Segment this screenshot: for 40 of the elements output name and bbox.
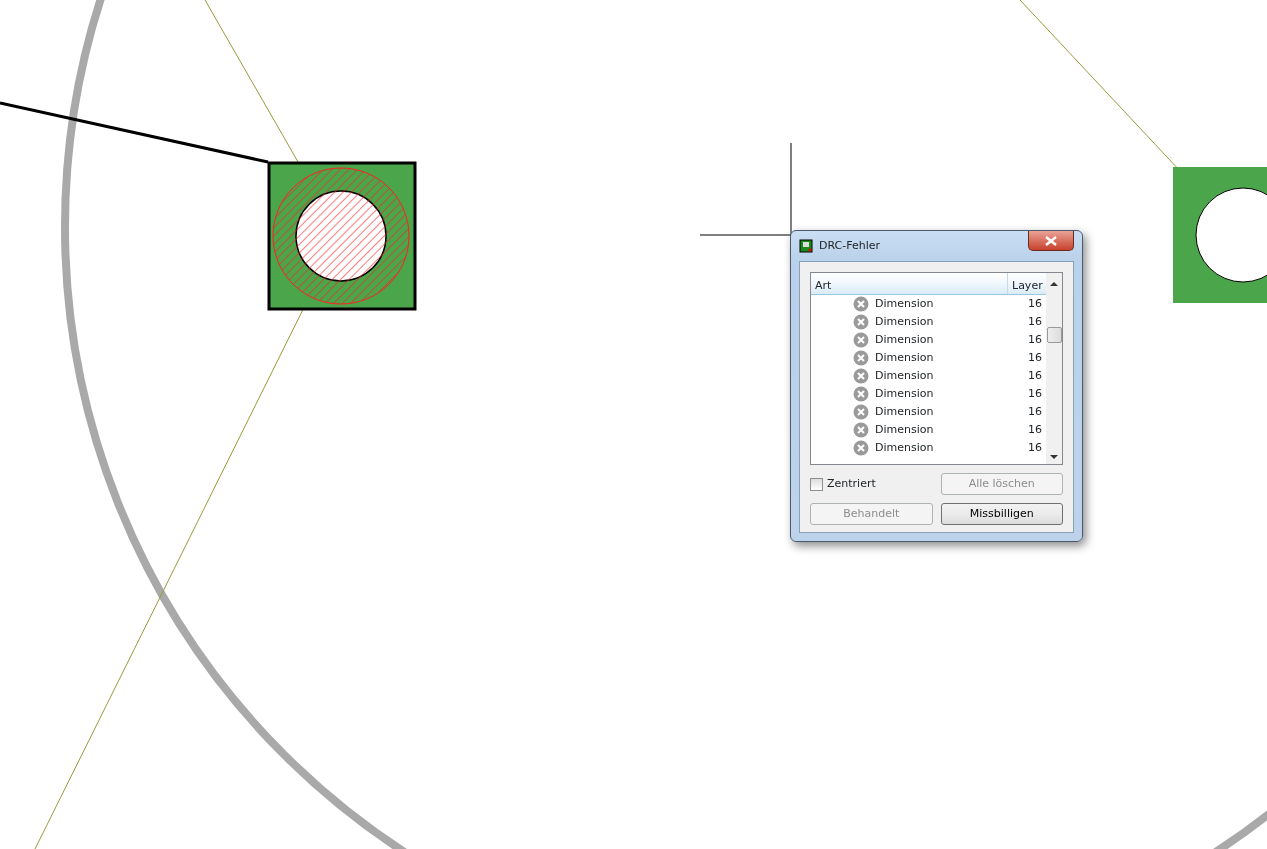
layer-number: 16 <box>1028 421 1042 438</box>
error-icon <box>853 440 869 456</box>
layer-number: 16 <box>1028 439 1042 456</box>
error-type: Dimension <box>875 403 934 420</box>
error-type: Dimension <box>875 421 934 438</box>
error-icon <box>853 422 869 438</box>
column-header[interactable]: Art <box>811 273 1008 294</box>
layer-number: 16 <box>1028 295 1042 312</box>
error-type: Dimension <box>875 385 934 402</box>
error-type: Dimension <box>875 295 934 312</box>
error-icon <box>853 296 869 312</box>
layer-number: 16 <box>1028 367 1042 384</box>
layer-number: 16 <box>1028 331 1042 348</box>
close-button[interactable] <box>1028 231 1074 251</box>
column-header[interactable]: Layer <box>1008 273 1046 294</box>
scroll-down-icon[interactable] <box>1050 454 1058 460</box>
board-icon <box>799 239 813 253</box>
error-type: Dimension <box>875 349 934 366</box>
scroll-thumb[interactable] <box>1046 327 1062 343</box>
error-icon <box>853 386 869 402</box>
checkbox-label: Zentriert <box>827 475 876 492</box>
layer-number: 16 <box>1028 313 1042 330</box>
error-type: Dimension <box>875 313 934 330</box>
error-icon <box>853 350 869 366</box>
error-icon <box>853 314 869 330</box>
scroll-up-icon[interactable] <box>1050 281 1058 287</box>
error-type: Dimension <box>875 439 934 456</box>
scrollbar[interactable] <box>1046 273 1062 464</box>
error-icon <box>853 368 869 384</box>
dialog-title: DRC-Fehler <box>819 237 881 254</box>
error-icon <box>853 404 869 420</box>
layer-number: 16 <box>1028 403 1042 420</box>
close-icon <box>1045 235 1057 246</box>
error-icon <box>853 332 869 348</box>
checkbox[interactable] <box>810 477 823 491</box>
layer-number: 16 <box>1028 349 1042 366</box>
error-type: Dimension <box>875 331 934 348</box>
reject-button[interactable]: Missbilligen <box>940 503 1063 525</box>
layer-number: 16 <box>1028 385 1042 402</box>
error-type: Dimension <box>875 367 934 384</box>
